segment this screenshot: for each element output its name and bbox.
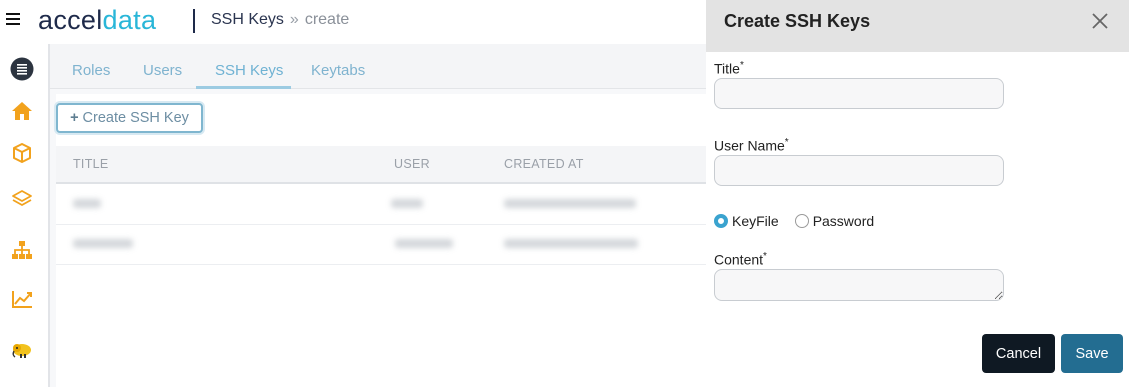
blurred-cell-user [391, 199, 423, 208]
user-name-input[interactable] [714, 155, 1004, 186]
breadcrumb-ssh-keys[interactable]: SSH Keys [211, 11, 284, 28]
title-label: Title* [714, 60, 744, 77]
drawer-header: Create SSH Keys [706, 0, 1129, 52]
breadcrumb-separator: » [289, 11, 299, 28]
blurred-cell-created-at [504, 199, 636, 208]
tab-users[interactable]: Users [143, 62, 182, 79]
table-header: TITLE USER CREATED AT [56, 146, 706, 184]
plus-icon: + [70, 110, 79, 126]
main-content: Roles Users SSH Keys Keytabs + Create SS… [50, 44, 706, 387]
radio-unselected-icon [794, 214, 809, 228]
active-tab-indicator [196, 86, 291, 89]
tab-bar: Roles Users SSH Keys Keytabs [50, 44, 706, 89]
list-icon[interactable] [10, 57, 34, 81]
create-ssh-key-button[interactable]: + Create SSH Key [56, 103, 203, 133]
hamburger-menu-icon[interactable] [6, 13, 20, 27]
tab-roles[interactable]: Roles [72, 62, 110, 79]
password-radio[interactable]: Password [794, 213, 874, 229]
hadoop-elephant-icon[interactable] [10, 338, 34, 362]
breadcrumb-current: create [304, 11, 350, 28]
sidebar [0, 44, 50, 387]
table-row[interactable] [56, 184, 706, 225]
content-textarea[interactable] [714, 269, 1004, 301]
blurred-cell-title [73, 239, 133, 248]
title-input[interactable] [714, 78, 1004, 109]
column-header-user[interactable]: USER [394, 157, 430, 171]
auth-type-radio-group: KeyFile Password [714, 213, 890, 229]
radio-selected-icon [714, 214, 728, 228]
table-row[interactable] [56, 224, 706, 265]
breadcrumb: SSH Keys » create [211, 11, 349, 29]
ssh-keys-panel: + Create SSH Key TITLE USER CREATED AT [56, 94, 706, 387]
layers-icon[interactable] [10, 187, 34, 211]
app-logo[interactable]: acceldata [38, 5, 156, 36]
keyfile-radio[interactable]: KeyFile [714, 213, 779, 229]
tab-ssh-keys[interactable]: SSH Keys [215, 62, 283, 79]
chart-line-icon[interactable] [10, 287, 34, 311]
blurred-cell-user [395, 239, 453, 248]
drawer-title: Create SSH Keys [724, 11, 871, 31]
create-ssh-keys-drawer: Create SSH Keys Title* User Name* KeyFil… [706, 0, 1129, 387]
column-header-created-at[interactable]: CREATED AT [504, 157, 584, 171]
close-icon[interactable] [1091, 12, 1109, 30]
home-icon[interactable] [10, 99, 34, 123]
save-button[interactable]: Save [1061, 334, 1123, 373]
header-divider [193, 9, 195, 33]
content-label: Content* [714, 251, 767, 268]
cancel-button[interactable]: Cancel [982, 334, 1055, 373]
column-header-title[interactable]: TITLE [73, 157, 109, 171]
top-bar: acceldata SSH Keys » create [0, 0, 706, 44]
tab-keytabs[interactable]: Keytabs [311, 62, 365, 79]
cube-icon[interactable] [10, 141, 34, 165]
blurred-cell-title [73, 199, 101, 208]
user-name-label: User Name* [714, 137, 789, 154]
blurred-cell-created-at [504, 239, 638, 248]
hierarchy-icon[interactable] [10, 238, 34, 262]
create-ssh-key-label: Create SSH Key [82, 110, 189, 126]
